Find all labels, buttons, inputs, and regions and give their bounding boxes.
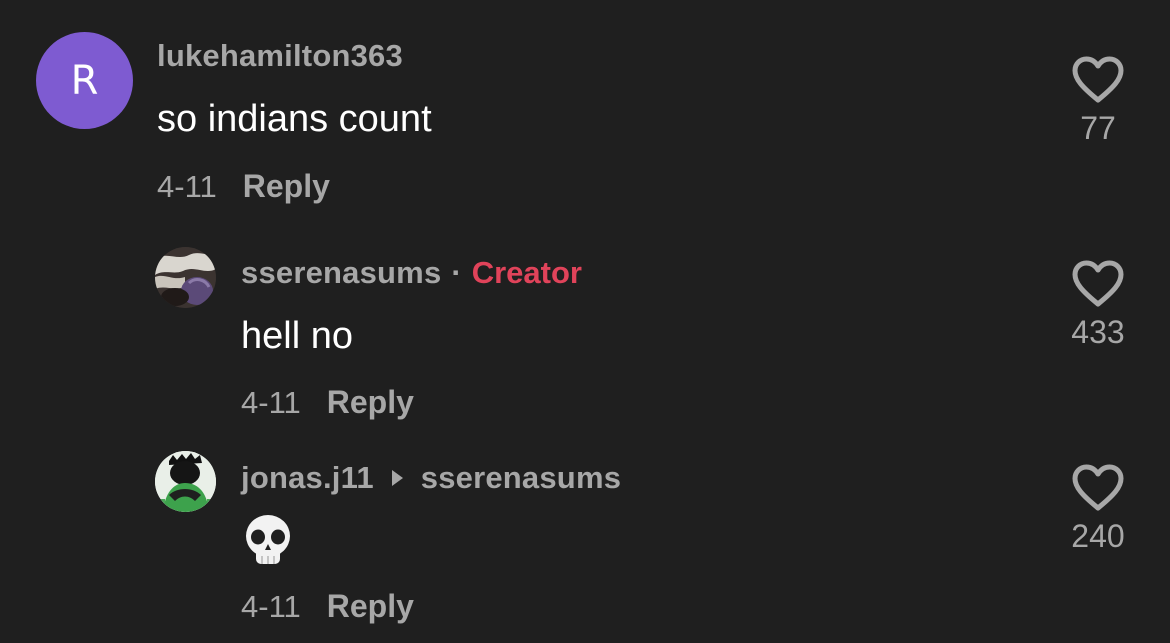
comment-date: 4-11 <box>241 384 301 420</box>
comments-screen: R lukehamilton363 so indians count 4-11 … <box>0 0 1170 643</box>
skull-icon <box>246 515 290 564</box>
username-row: lukehamilton363 <box>157 38 403 74</box>
reply-button[interactable]: Reply <box>327 588 414 625</box>
comment-meta: 4-11 Reply <box>241 384 414 421</box>
username[interactable]: sserenasums <box>241 255 441 291</box>
like-count: 240 <box>1071 518 1125 554</box>
avatar[interactable] <box>155 247 216 308</box>
comment-text: so indians count <box>157 98 432 140</box>
username-row: sserenasums · Creator <box>241 255 582 291</box>
separator-dot: · <box>451 255 462 290</box>
comment-date: 4-11 <box>241 588 301 624</box>
username[interactable]: jonas.j11 <box>241 460 374 496</box>
like-button[interactable]: 240 <box>1043 464 1153 555</box>
reply-arrow-icon <box>391 470 403 486</box>
heart-icon <box>1072 464 1124 511</box>
like-count: 433 <box>1071 314 1125 350</box>
like-button[interactable]: 77 <box>1043 56 1153 147</box>
comment-date: 4-11 <box>157 168 217 204</box>
username-row: jonas.j11 sserenasums <box>241 460 621 496</box>
avatar-image <box>155 451 216 512</box>
comment-text: hell no <box>241 315 353 357</box>
comment-meta: 4-11 Reply <box>241 588 414 625</box>
reply-comment-item: sserenasums · Creator hell no 4-11 Reply… <box>0 230 1170 435</box>
comment-item: R lukehamilton363 so indians count 4-11 … <box>0 0 1170 230</box>
comment-meta: 4-11 Reply <box>157 168 330 205</box>
like-count: 77 <box>1080 110 1116 146</box>
reply-to-username[interactable]: sserenasums <box>421 460 621 496</box>
reply-button[interactable]: Reply <box>327 384 414 421</box>
reply-comment-item: jonas.j11 sserenasums 4-11 Reply 240 <box>0 435 1170 643</box>
username[interactable]: lukehamilton363 <box>157 38 403 74</box>
reply-button[interactable]: Reply <box>243 168 330 205</box>
heart-icon <box>1072 260 1124 307</box>
avatar-letter: R <box>70 57 99 104</box>
avatar[interactable] <box>155 451 216 512</box>
creator-badge: Creator <box>471 255 582 290</box>
avatar-image <box>155 247 216 308</box>
like-button[interactable]: 433 <box>1043 260 1153 351</box>
avatar[interactable]: R <box>36 32 133 129</box>
heart-icon <box>1072 56 1124 103</box>
